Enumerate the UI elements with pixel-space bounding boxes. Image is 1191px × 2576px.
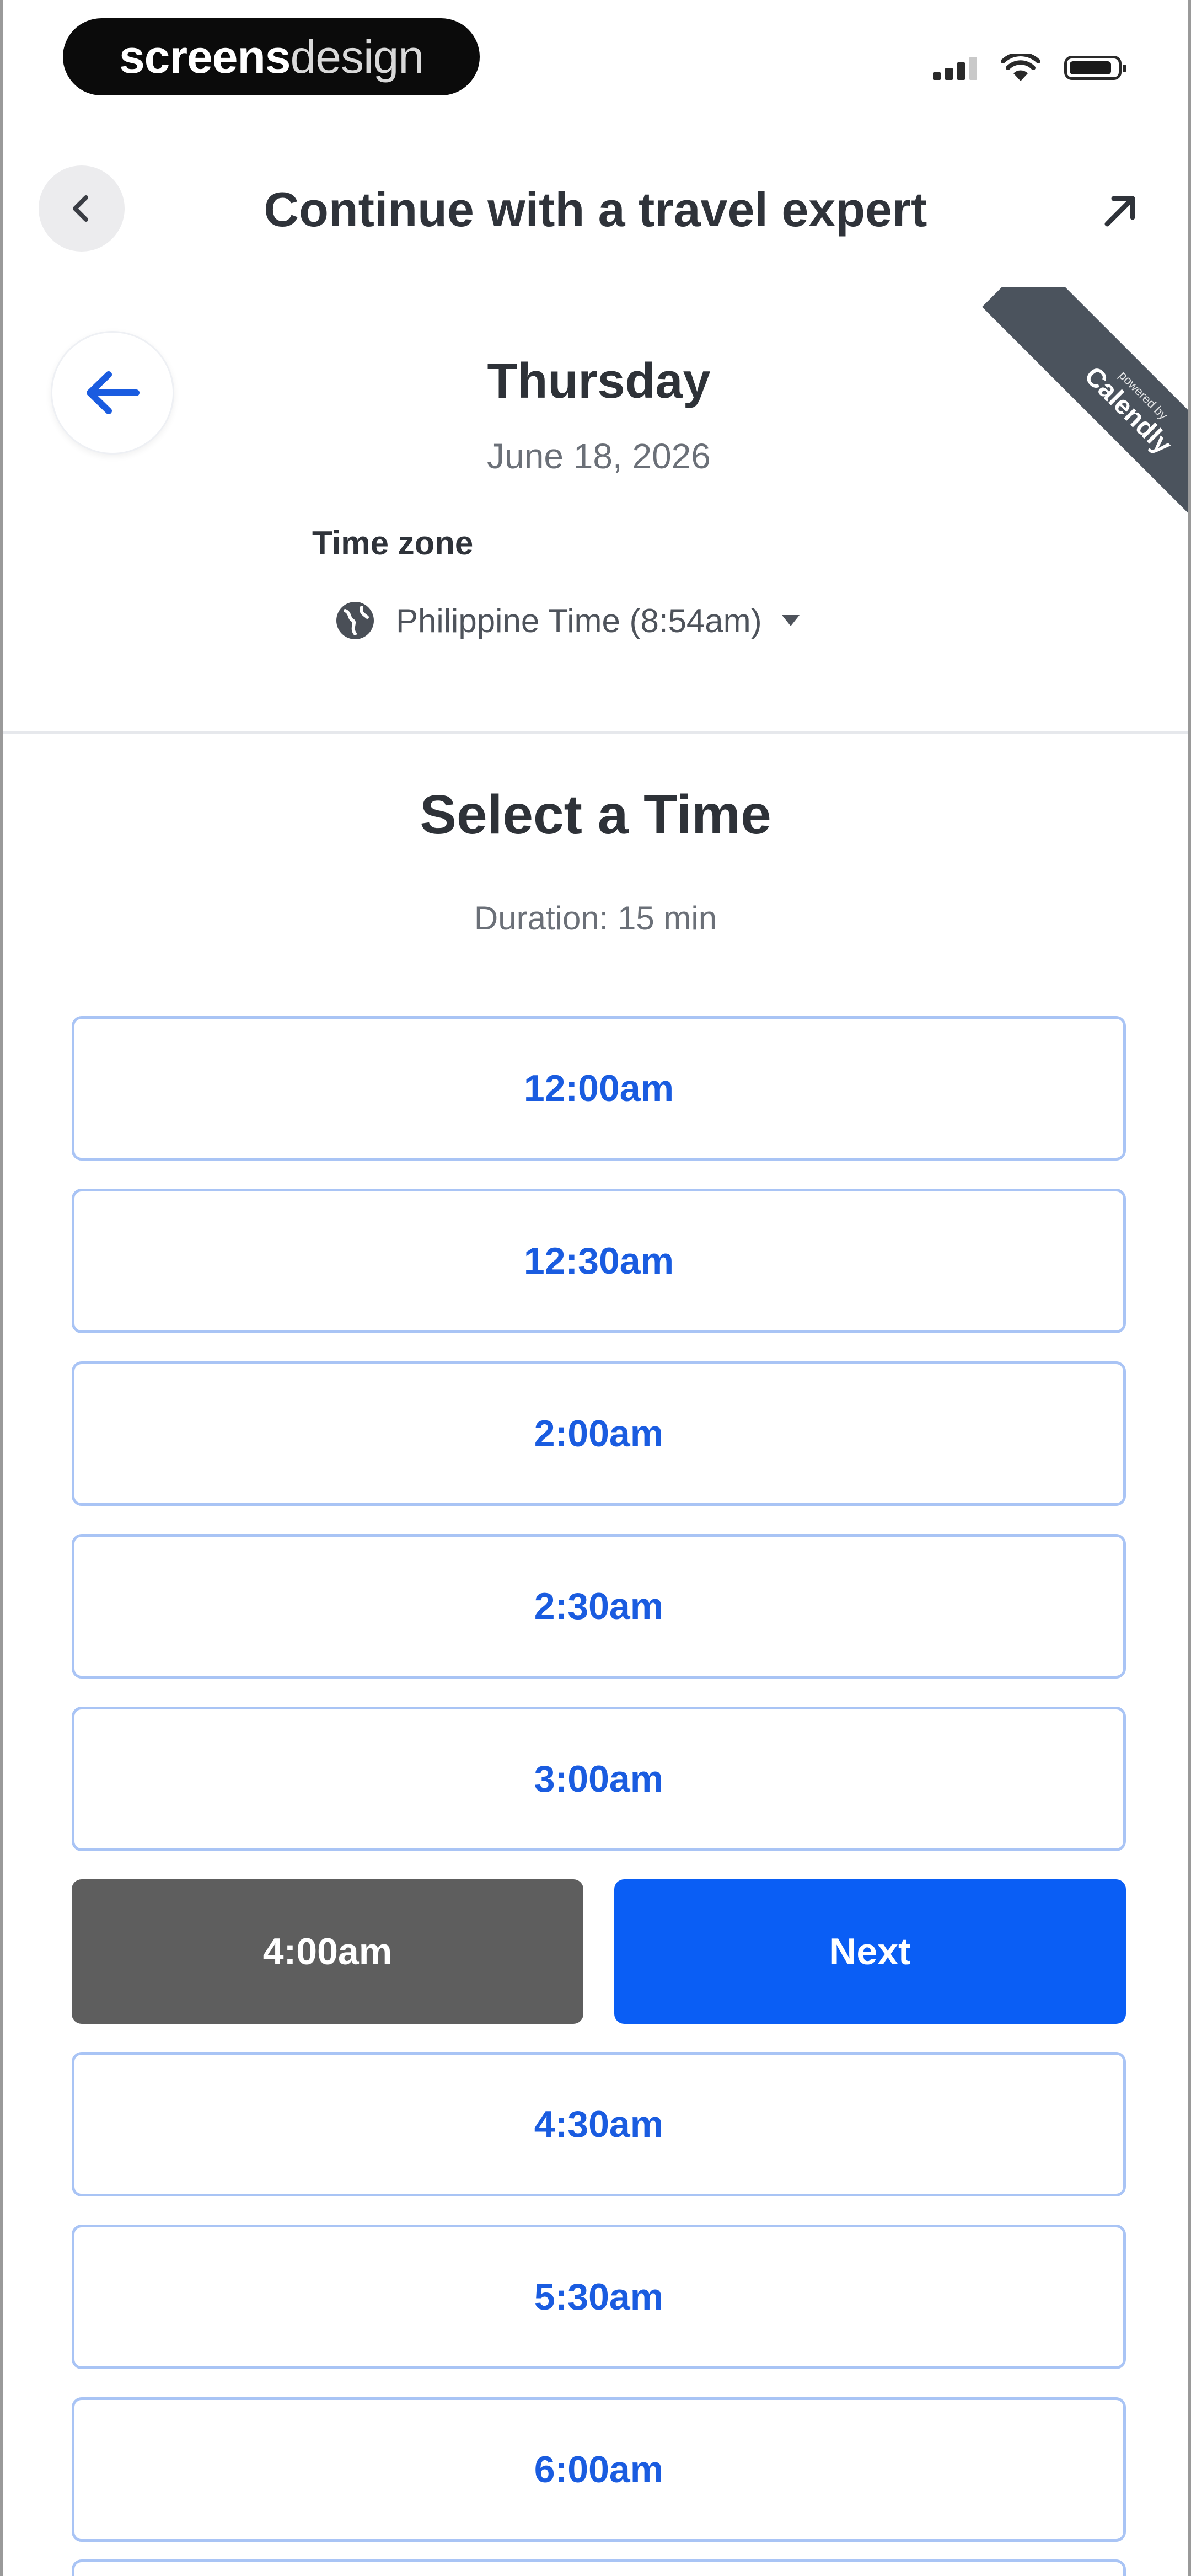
full-date: June 18, 2026 [487, 436, 711, 476]
brand-word-screens: screens [119, 30, 291, 83]
wifi-icon [1001, 54, 1040, 81]
chevron-left-icon [73, 195, 88, 222]
caret-down-icon [781, 615, 800, 626]
time-slot[interactable]: 12:00am [72, 1016, 1126, 1161]
timezone-value: Philippine Time (8:54am) [396, 602, 762, 639]
time-slot[interactable]: 4:30am [72, 2052, 1126, 2196]
back-button[interactable] [39, 165, 125, 252]
time-slot[interactable]: 5:30am [72, 2225, 1126, 2369]
timezone-label: Time zone [312, 525, 474, 562]
selected-time-slot[interactable]: 4:00am [72, 1879, 583, 2024]
brand-watermark: screens design [63, 18, 480, 95]
ribbon-badge: powered by Calendly [982, 287, 1188, 546]
time-slot[interactable]: 2:30am [72, 1534, 1126, 1679]
timezone-selector[interactable]: Philippine Time (8:54am) [334, 596, 800, 645]
section-divider [3, 731, 1188, 734]
arrow-left-icon [87, 371, 140, 414]
app-screen: screens design Continue with a travel exp… [0, 0, 1191, 2576]
duration-label: Duration: 15 min [474, 900, 717, 937]
select-time-heading: Select a Time [420, 784, 771, 846]
status-icons [933, 49, 1126, 87]
time-slot-list: 12:00am 12:30am 2:00am 2:30am 3:00am 4:0… [72, 1016, 1126, 2570]
globe-icon [336, 602, 374, 639]
day-name: Thursday [487, 354, 711, 409]
brand-word-design: design [290, 30, 425, 83]
next-button[interactable]: Next [614, 1879, 1126, 2024]
powered-by-ribbon[interactable]: powered by Calendly [929, 287, 1188, 546]
day-back-button[interactable] [51, 331, 174, 455]
time-slot-partial[interactable] [72, 2559, 1126, 2576]
page-title: Continue with a travel expert [264, 182, 927, 237]
time-slot[interactable]: 6:00am [72, 2397, 1126, 2542]
time-slot[interactable]: 3:00am [72, 1707, 1126, 1851]
external-link-icon[interactable] [1097, 188, 1144, 234]
selected-slot-row: 4:00am Next [72, 1879, 1126, 2024]
signal-icon [933, 56, 977, 80]
time-slot[interactable]: 2:00am [72, 1361, 1126, 1506]
battery-icon [1064, 56, 1126, 80]
time-slot[interactable]: 12:30am [72, 1189, 1126, 1333]
